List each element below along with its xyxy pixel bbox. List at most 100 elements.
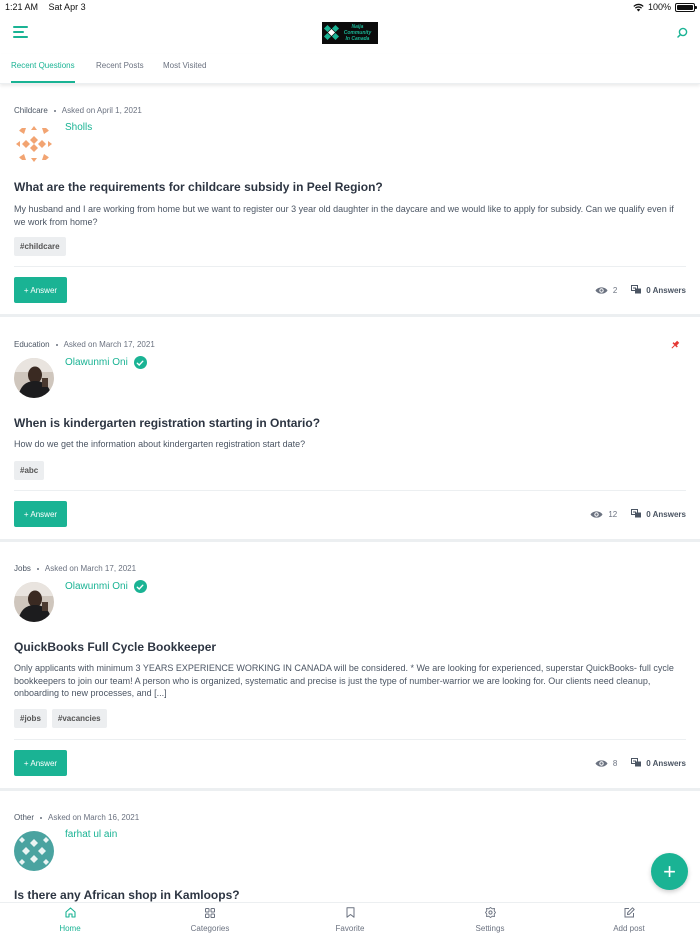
- tab-recent-questions[interactable]: Recent Questions: [11, 61, 75, 83]
- question-category[interactable]: Education: [14, 340, 50, 349]
- question-meta: Education Asked on March 17, 2021: [14, 340, 155, 349]
- tag[interactable]: #vacancies: [51, 709, 107, 728]
- nav-categories[interactable]: Categories: [170, 906, 250, 933]
- avatar[interactable]: [14, 124, 54, 164]
- question-stats: 8 0 Answers: [595, 758, 686, 768]
- chat-icon: [631, 758, 642, 767]
- status-bar: 1:21 AM Sat Apr 3 100%: [0, 0, 700, 14]
- home-icon: [64, 907, 76, 918]
- pattern-avatar-image: [14, 831, 54, 871]
- question-card: Other Asked on March 16, 2021 farhat ul a…: [0, 791, 700, 902]
- avatar[interactable]: [14, 358, 54, 398]
- app-header: Naija Community In Canada: [0, 14, 700, 54]
- answers-count[interactable]: 0 Answers: [631, 758, 686, 768]
- chat-icon: [631, 509, 642, 518]
- avatar[interactable]: [14, 831, 54, 871]
- nav-favorite-label: Favorite: [335, 924, 365, 933]
- question-card: Education Asked on March 17, 2021 Olawunm…: [0, 318, 700, 542]
- author-name[interactable]: farhat ul ain: [65, 829, 117, 840]
- question-category[interactable]: Childcare: [14, 106, 48, 115]
- question-category[interactable]: Jobs: [14, 564, 31, 573]
- app-logo[interactable]: Naija Community In Canada: [322, 22, 378, 44]
- eye-icon: [595, 759, 608, 767]
- nav-home-label: Home: [59, 924, 81, 933]
- tag[interactable]: #abc: [14, 461, 45, 480]
- answer-button[interactable]: + Answer: [14, 277, 67, 303]
- edit-icon: [624, 907, 635, 918]
- user-photo-image: [14, 358, 54, 398]
- author-name[interactable]: Olawunmi Oni: [65, 580, 147, 593]
- tag-list: #jobs #vacancies: [14, 709, 107, 728]
- tag[interactable]: #jobs: [14, 709, 47, 728]
- verified-badge-icon: [133, 356, 147, 369]
- questions-feed[interactable]: Childcare Asked on April 1, 2021 Sholls …: [0, 84, 700, 902]
- tab-most-visited[interactable]: Most Visited: [163, 61, 206, 83]
- verified-badge-icon: [133, 580, 147, 593]
- answers-count[interactable]: 0 Answers: [631, 285, 686, 295]
- tab-bar: Recent Questions Recent Posts Most Visit…: [0, 54, 700, 84]
- user-photo-image: [14, 582, 54, 622]
- pattern-avatar-image: [14, 124, 54, 164]
- question-date: Asked on March 16, 2021: [48, 813, 140, 822]
- question-body: My husband and I are working from home b…: [14, 204, 674, 227]
- answer-button[interactable]: + Answer: [14, 750, 67, 776]
- answer-button[interactable]: + Answer: [14, 501, 67, 527]
- views-count: 12: [590, 510, 617, 519]
- question-meta: Other Asked on March 16, 2021: [14, 813, 139, 822]
- logo-mark: [323, 24, 340, 41]
- question-date: Asked on April 1, 2021: [61, 106, 142, 115]
- question-date: Asked on March 17, 2021: [44, 564, 137, 573]
- gear-icon: [484, 907, 496, 918]
- tag-list: #childcare: [14, 237, 66, 256]
- divider: [14, 490, 686, 491]
- nav-add-post[interactable]: Add post: [589, 906, 669, 933]
- nav-settings-label: Settings: [475, 924, 505, 933]
- views-count: 8: [595, 759, 617, 768]
- question-title[interactable]: When is kindergarten registration starti…: [14, 416, 320, 430]
- tab-recent-posts[interactable]: Recent Posts: [96, 61, 144, 83]
- eye-icon: [590, 510, 603, 518]
- divider: [14, 739, 686, 740]
- nav-favorite[interactable]: Favorite: [310, 906, 390, 933]
- menu-icon[interactable]: [13, 26, 28, 38]
- views-count: 2: [595, 286, 617, 295]
- question-title[interactable]: What are the requirements for childcare …: [14, 180, 383, 194]
- add-question-fab[interactable]: +: [651, 853, 688, 890]
- question-title[interactable]: QuickBooks Full Cycle Bookkeeper: [14, 640, 216, 654]
- status-date: Sat Apr 3: [48, 2, 86, 12]
- question-body: Only applicants with minimum 3 YEARS EXP…: [14, 663, 674, 698]
- nav-add-post-label: Add post: [613, 924, 645, 933]
- author-name[interactable]: Sholls: [65, 122, 92, 133]
- search-icon[interactable]: [677, 27, 688, 38]
- status-time: 1:21 AM: [5, 2, 39, 12]
- battery-icon: [675, 2, 697, 12]
- question-meta: Childcare Asked on April 1, 2021: [14, 106, 142, 115]
- question-card: Jobs Asked on March 17, 2021 Olawunmi Oni…: [0, 542, 700, 791]
- question-stats: 2 0 Answers: [595, 285, 686, 295]
- question-title[interactable]: Is there any African shop in Kamloops?: [14, 888, 240, 902]
- avatar[interactable]: [14, 582, 54, 622]
- question-stats: 12 0 Answers: [590, 509, 686, 519]
- question-date: Asked on March 17, 2021: [63, 340, 155, 349]
- question-card: Childcare Asked on April 1, 2021 Sholls …: [0, 84, 700, 317]
- nav-home[interactable]: Home: [30, 906, 110, 933]
- bottom-nav: Home Categories Favorite Settings Add po…: [0, 902, 700, 934]
- author-name[interactable]: Olawunmi Oni: [65, 356, 147, 369]
- tag[interactable]: #childcare: [14, 237, 66, 256]
- tag-list: #abc: [14, 461, 45, 480]
- question-category[interactable]: Other: [14, 813, 34, 822]
- answers-count[interactable]: 0 Answers: [631, 509, 686, 519]
- wifi-icon: [633, 3, 644, 11]
- eye-icon: [595, 286, 608, 294]
- question-meta: Jobs Asked on March 17, 2021: [14, 564, 136, 573]
- question-body: How do we get the information about kind…: [14, 439, 306, 449]
- battery-percent: 100%: [647, 2, 671, 12]
- grid-icon: [205, 907, 215, 918]
- bookmark-icon: [346, 907, 354, 918]
- divider: [14, 266, 686, 267]
- pin-icon[interactable]: [670, 340, 680, 350]
- logo-text: Naija Community In Canada: [343, 24, 372, 42]
- chat-icon: [631, 285, 642, 294]
- nav-categories-label: Categories: [190, 924, 230, 933]
- nav-settings[interactable]: Settings: [450, 906, 530, 933]
